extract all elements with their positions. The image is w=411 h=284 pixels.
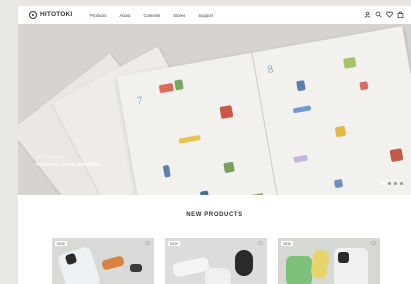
account-icon[interactable] — [364, 11, 371, 18]
favorite-icon[interactable] — [371, 241, 376, 246]
bag-icon[interactable] — [397, 11, 404, 18]
black-cat-illustration — [235, 250, 253, 276]
nav-stores[interactable]: Stores — [173, 13, 185, 18]
logo-mark-icon — [29, 11, 37, 19]
new-products-section: NEW PRODUCTS NEW NEW NEW — [18, 195, 411, 284]
nav-support[interactable]: Support — [198, 13, 213, 18]
doodle-hut — [342, 56, 357, 69]
doodle-house-right — [389, 148, 404, 163]
yellow-dino-illustration — [310, 249, 330, 279]
favorite-icon[interactable] — [145, 241, 150, 246]
doodle-bird — [333, 178, 344, 189]
logo[interactable]: HITOTOKI — [29, 11, 72, 19]
slider-dot-4[interactable] — [400, 182, 403, 185]
product-card[interactable]: NEW — [278, 238, 380, 284]
logo-text: HITOTOKI — [40, 11, 73, 18]
doodle-sun — [334, 125, 347, 138]
nav-contents[interactable]: Contents — [143, 13, 160, 18]
slider-dot-1[interactable] — [382, 182, 385, 185]
product-card[interactable]: NEW — [52, 238, 154, 284]
main-nav: Products About Contents Stores Support — [90, 13, 213, 18]
white-cat-illustration — [205, 268, 231, 284]
camera-cutout — [338, 252, 349, 263]
slider-dot-3[interactable] — [394, 182, 397, 185]
page: HITOTOKI Products About Contents Stores … — [0, 0, 411, 284]
phone-case-image — [56, 245, 102, 284]
slider-dot-2[interactable] — [388, 182, 391, 185]
nav-about[interactable]: About — [120, 13, 131, 18]
favorite-icon[interactable] — [258, 241, 263, 246]
section-title: NEW PRODUCTS — [186, 212, 243, 218]
doodle-red-mark — [359, 81, 369, 91]
site-header: HITOTOKI Products About Contents Stores … — [18, 6, 411, 24]
nav-products[interactable]: Products — [90, 13, 107, 18]
hero-subtitle: HITOTOKI NOTE — [36, 155, 66, 159]
doodle-plant — [174, 79, 184, 91]
search-icon[interactable] — [375, 11, 382, 18]
product-badge: NEW — [168, 241, 180, 246]
planner-month-right: 8 — [266, 63, 275, 77]
doodle-house — [219, 105, 234, 119]
product-badge: NEW — [281, 241, 293, 246]
header-utilities — [364, 11, 404, 18]
doodle-flowerbed — [178, 134, 201, 144]
hero-caption: HITOTOKI NOTE MONTHLY — [36, 162, 102, 167]
doodle-car — [292, 105, 312, 114]
product-badge: NEW — [55, 241, 67, 246]
green-dino-illustration — [286, 256, 312, 284]
doodle-flowers — [158, 82, 174, 94]
product-card[interactable]: NEW — [165, 238, 267, 284]
doodle-person-right — [296, 80, 306, 92]
doodle-cloud — [293, 154, 309, 164]
slider-dots — [382, 182, 403, 185]
hero-banner[interactable]: 7 8 HITOTOKI NOTE HITOTOKI NOTE MONTHLY — [18, 24, 411, 195]
doodle-tree — [223, 161, 235, 174]
doodle-person — [162, 164, 171, 178]
cat-illustration — [101, 255, 125, 271]
heart-icon[interactable] — [386, 11, 393, 18]
planner-month-left: 7 — [136, 94, 144, 108]
cat-illustration-black — [130, 264, 142, 272]
